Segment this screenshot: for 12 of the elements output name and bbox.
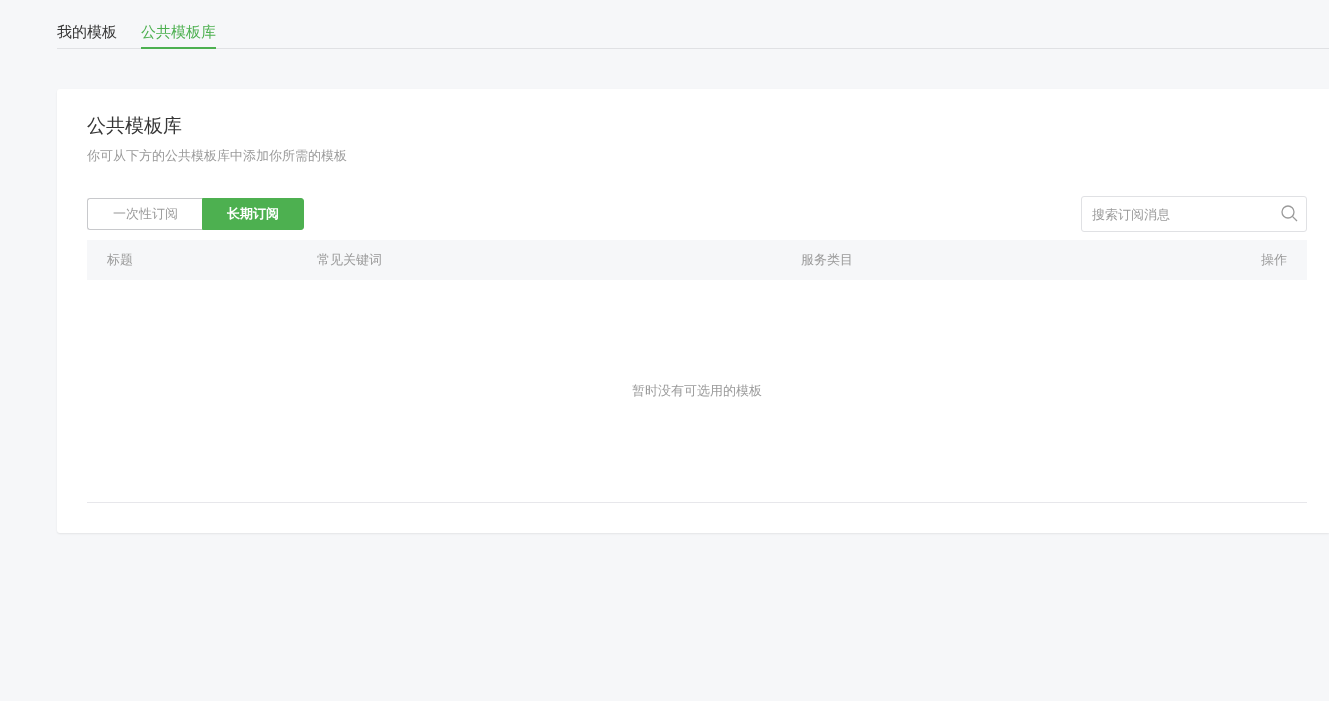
tab[interactable]: 我的模板 xyxy=(57,0,117,49)
empty-message: 暂时没有可选用的模板 xyxy=(632,382,762,400)
panel-title: 公共模板库 xyxy=(87,113,183,137)
column-header: 操作 xyxy=(1261,251,1287,269)
search-field[interactable]: 搜索订阅消息 xyxy=(1081,196,1307,232)
column-header: 服务类目 xyxy=(801,251,854,269)
segment-button[interactable]: 长期订阅 xyxy=(202,198,304,230)
tab[interactable]: 公共模板库 xyxy=(141,0,216,49)
column-header: 标题 xyxy=(107,251,134,269)
column-header: 常见关键词 xyxy=(317,251,383,269)
panel-subtitle: 你可从下方的公共模板库中添加你所需的模板 xyxy=(87,147,348,165)
search-icon xyxy=(1281,205,1298,222)
